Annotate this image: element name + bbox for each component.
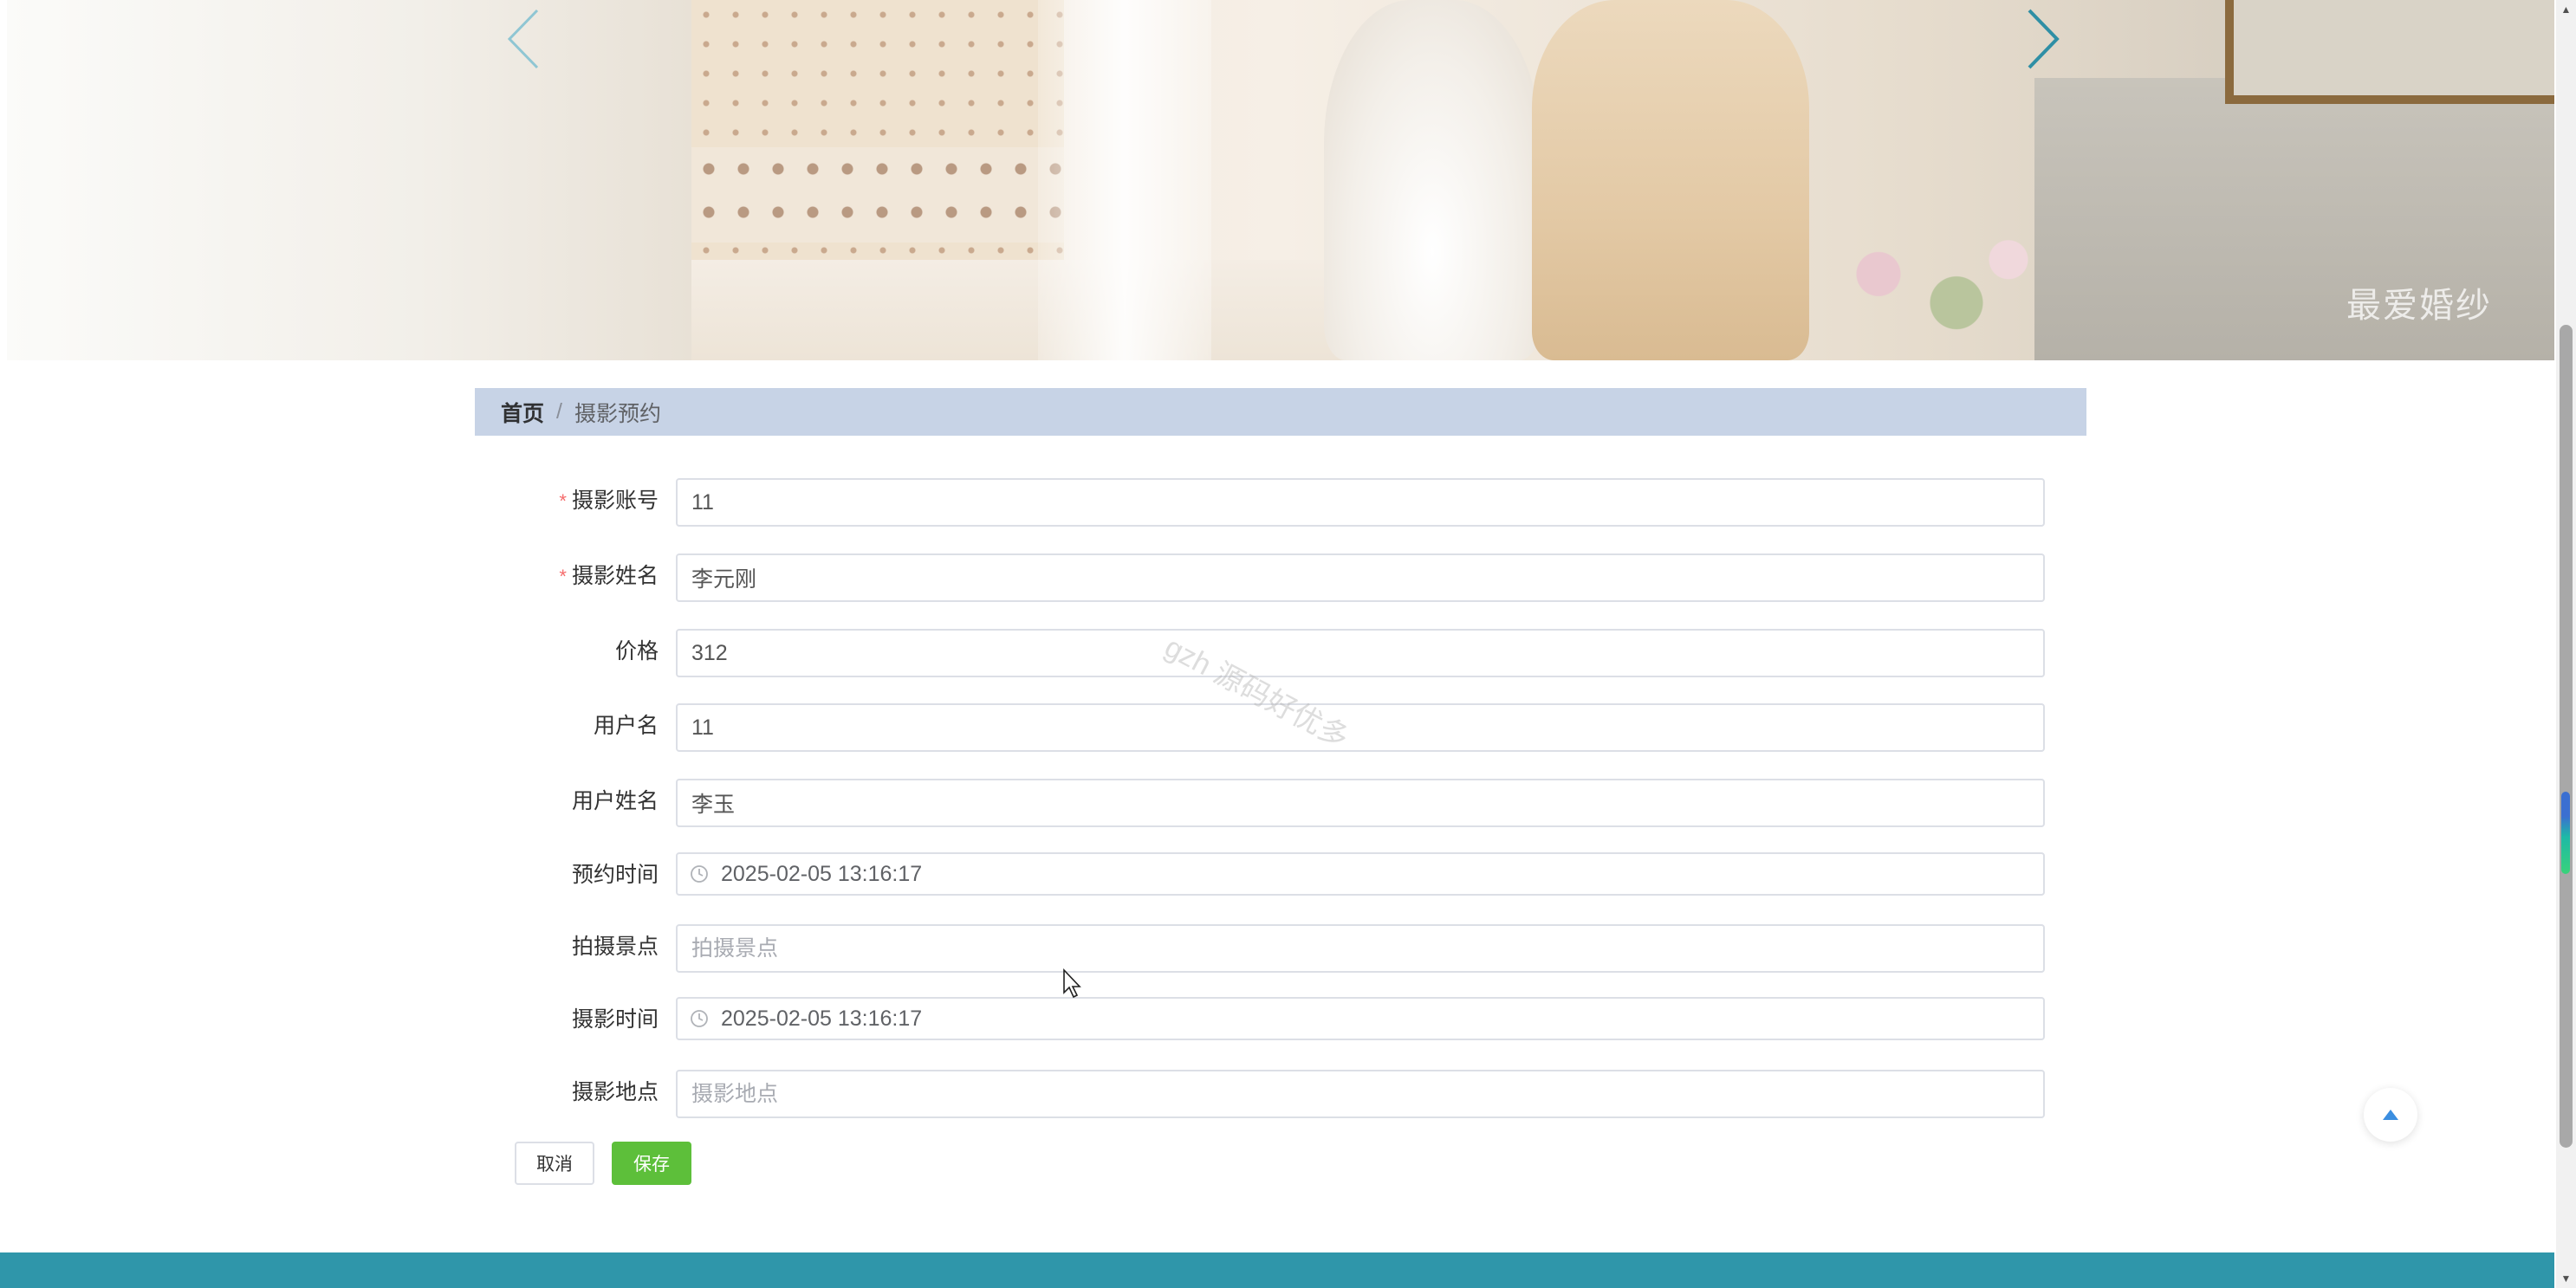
form-row-shoot-location: 摄影地点 (475, 1070, 2052, 1125)
form-row-booking-time: 预约时间 2025-02-05 13:16:17 (475, 852, 2052, 908)
footer-bar (0, 1252, 2554, 1288)
price-input[interactable] (676, 629, 2045, 677)
form-label-text: 价格 (614, 639, 659, 663)
banner-wallpaper-band (691, 147, 1064, 243)
chevron-right-icon (2028, 9, 2060, 69)
caret-up-icon (2383, 1110, 2398, 1120)
form-label: 摄影地点 (475, 1075, 659, 1104)
form-label: 拍摄景点 (475, 929, 659, 959)
required-mark: * (559, 566, 567, 587)
form-label: 用户名 (475, 709, 659, 738)
clock-icon (690, 1009, 709, 1028)
banner-curtain (1038, 0, 1211, 360)
scroll-down-arrow-icon[interactable]: ▼ (2556, 1269, 2576, 1288)
booking-time-value: 2025-02-05 13:16:17 (721, 861, 923, 886)
banner-mirror (2225, 0, 2554, 104)
form-row-photographer-account: * 摄影账号 (475, 478, 2052, 534)
form-label: * 摄影账号 (475, 483, 659, 513)
form-row-username: 用户名 (475, 703, 2052, 759)
chevron-left-icon (507, 9, 539, 69)
carousel-next-button[interactable] (2017, 5, 2069, 73)
form-label: * 摄影姓名 (475, 559, 659, 588)
scroll-position-marker (2561, 792, 2570, 874)
photographer-name-input[interactable] (676, 553, 2045, 602)
form-row-price: 价格 (475, 629, 2052, 684)
banner-groom (1532, 0, 1809, 360)
form-label: 预约时间 (475, 858, 659, 887)
banner-window (7, 0, 691, 360)
form-label-text: 用户姓名 (571, 789, 659, 813)
banner-logo-watermark: 最爱婚纱 (2346, 286, 2492, 326)
form-label-text: 拍摄景点 (571, 935, 659, 959)
scroll-up-arrow-icon[interactable]: ▲ (2556, 0, 2576, 19)
clock-icon (690, 864, 709, 883)
form-row-scenic-spot: 拍摄景点 (475, 924, 2052, 980)
form-label-text: 摄影地点 (571, 1080, 659, 1104)
form-label: 价格 (475, 634, 659, 663)
banner-bride (1324, 0, 1541, 360)
form-label-text: 摄影时间 (571, 1007, 659, 1032)
save-button[interactable]: 保存 (612, 1142, 691, 1185)
banner-carousel: 最爱婚纱 (7, 0, 2554, 360)
shoot-location-input[interactable] (676, 1070, 2045, 1118)
breadcrumb-separator: / (556, 399, 562, 424)
banner-flowers (1801, 217, 2060, 360)
shoot-time-picker[interactable]: 2025-02-05 13:16:17 (676, 997, 2045, 1040)
shoot-time-value: 2025-02-05 13:16:17 (721, 1006, 923, 1031)
photographer-account-input[interactable] (676, 478, 2045, 527)
back-to-top-button[interactable] (2364, 1088, 2417, 1142)
form-label-text: 预约时间 (571, 863, 659, 887)
form-row-photographer-name: * 摄影姓名 (475, 553, 2052, 609)
form-row-shoot-time: 摄影时间 2025-02-05 13:16:17 (475, 997, 2052, 1052)
form-label: 摄影时间 (475, 1002, 659, 1032)
page-scrollbar[interactable]: ▲ ▼ (2556, 0, 2576, 1288)
required-mark: * (559, 490, 567, 512)
scrollbar-thumb[interactable] (2560, 325, 2573, 1148)
form-label: 用户姓名 (475, 784, 659, 813)
breadcrumb-home-link[interactable]: 首页 (501, 397, 544, 428)
form-label-text: 摄影账号 (571, 489, 659, 513)
carousel-prev-button[interactable] (497, 5, 549, 73)
form-label-text: 摄影姓名 (571, 564, 659, 588)
form-row-user-fullname: 用户姓名 (475, 779, 2052, 834)
scenic-spot-input[interactable] (676, 924, 2045, 973)
user-fullname-input[interactable] (676, 779, 2045, 827)
form-label-text: 用户名 (593, 714, 659, 738)
username-input[interactable] (676, 703, 2045, 752)
booking-time-picker[interactable]: 2025-02-05 13:16:17 (676, 852, 2045, 896)
breadcrumb-current: 摄影预约 (574, 401, 661, 426)
cancel-button[interactable]: 取消 (515, 1142, 594, 1185)
breadcrumb: 首页 / 摄影预约 (475, 388, 2086, 436)
